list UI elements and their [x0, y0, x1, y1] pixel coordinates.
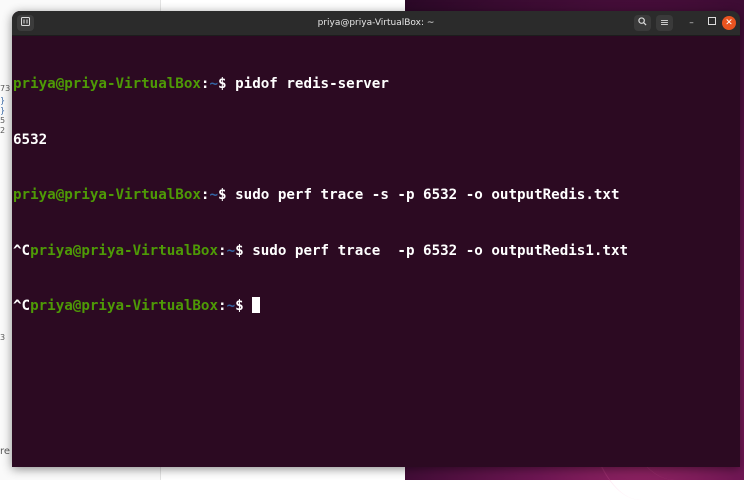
maximize-button[interactable] — [703, 15, 720, 31]
background-text-fragment: 3 — [0, 333, 6, 342]
background-text-fragment: 73 — [0, 84, 11, 93]
terminal-line: 6532 — [13, 131, 740, 150]
prompt-user-host: priya@priya-VirtualBox — [30, 298, 219, 314]
minimize-button[interactable]: – — [683, 15, 700, 31]
prompt-colon: : — [218, 242, 227, 259]
maximize-icon — [707, 17, 716, 25]
prompt-symbol: $ — [235, 298, 253, 314]
hamburger-menu-icon: ≡ — [659, 16, 670, 29]
prompt-user-host: priya@priya-VirtualBox — [30, 242, 219, 259]
search-icon — [638, 17, 647, 26]
command-text: pidof redis-server — [235, 76, 389, 92]
interrupt-marker: ^C — [13, 242, 31, 259]
background-text-fragment: } — [0, 96, 6, 105]
background-text-fragment: re — [0, 446, 11, 457]
prompt-path: ~ — [226, 298, 236, 314]
background-text-fragment: 2 — [0, 126, 6, 135]
terminal-titlebar[interactable]: priya@priya-VirtualBox: ~ ≡ – ✕ — [12, 11, 740, 36]
terminal-window[interactable]: priya@priya-VirtualBox: ~ ≡ – ✕ priya@pr… — [12, 11, 740, 467]
command-text: sudo perf trace -p 6532 -o outputRedis1.… — [252, 242, 629, 259]
search-button[interactable] — [634, 15, 651, 31]
terminal-line: priya@priya-VirtualBox:~$ pidof redis-se… — [13, 75, 740, 94]
prompt-user-host: priya@priya-VirtualBox — [13, 187, 201, 203]
interrupt-marker: ^C — [13, 298, 31, 314]
command-text: sudo perf trace -s -p 6532 -o outputRedi… — [235, 187, 620, 203]
prompt-symbol: $ — [218, 76, 236, 92]
prompt-symbol: $ — [235, 242, 253, 259]
close-button[interactable]: ✕ — [722, 16, 736, 30]
command-output: 6532 — [13, 131, 48, 148]
terminal-line: ^Cpriya@priya-VirtualBox:~$ — [13, 297, 740, 316]
prompt-path: ~ — [226, 242, 236, 259]
background-text-fragment: 5 — [0, 116, 6, 125]
terminal-line: priya@priya-VirtualBox:~$ sudo perf trac… — [13, 186, 740, 205]
prompt-colon: : — [218, 298, 227, 314]
background-text-fragment: } — [0, 106, 6, 115]
prompt-symbol: $ — [218, 187, 236, 203]
minimize-icon: – — [689, 18, 694, 28]
prompt-user-host: priya@priya-VirtualBox — [13, 76, 201, 92]
text-cursor — [252, 297, 261, 313]
window-title: priya@priya-VirtualBox: ~ — [317, 18, 435, 28]
close-icon: ✕ — [725, 18, 733, 28]
prompt-path: ~ — [209, 187, 219, 203]
menu-button[interactable]: ≡ — [656, 15, 673, 31]
terminal-output[interactable]: priya@priya-VirtualBox:~$ pidof redis-se… — [12, 36, 740, 353]
terminal-line: ^Cpriya@priya-VirtualBox:~$ sudo perf tr… — [13, 242, 740, 261]
prompt-path: ~ — [209, 76, 219, 92]
